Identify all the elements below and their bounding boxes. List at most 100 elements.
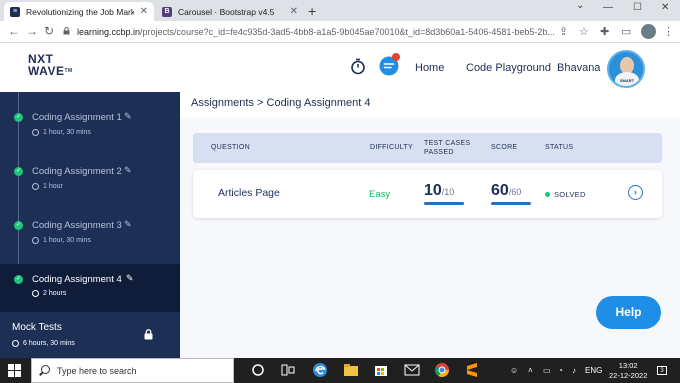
star-icon[interactable]: ☆ xyxy=(579,25,589,38)
back-icon[interactable]: ← xyxy=(8,24,20,38)
duration-text: 6 hours, 30 mins xyxy=(23,340,75,347)
share-icon[interactable]: ⇪ xyxy=(559,25,568,38)
duration-text: 2 hours xyxy=(43,290,67,297)
test-cases-progress-bar xyxy=(424,202,464,205)
edit-icon[interactable]: ✎ xyxy=(126,273,134,284)
logo-tm: TM xyxy=(64,68,73,74)
profile-avatar[interactable] xyxy=(641,24,656,39)
search-icon xyxy=(41,365,50,374)
reload-icon[interactable]: ↻ xyxy=(44,24,54,38)
check-icon: ✓ xyxy=(14,167,23,176)
chrome-icon[interactable] xyxy=(434,362,450,378)
menu-icon[interactable]: ⋮ xyxy=(663,25,674,38)
notifications-icon[interactable] xyxy=(379,52,402,76)
sidebar-item-assignment-3[interactable]: ✓ Coding Assignment 3 ✎ 1 hour, 30 mins xyxy=(0,200,180,252)
assignment-name: Coding Assignment 2 xyxy=(32,166,122,177)
status-badge: SOLVED xyxy=(545,190,586,199)
clock-icon xyxy=(12,340,19,347)
people-icon[interactable]: ☺ xyxy=(510,366,518,375)
chevron-up-icon[interactable]: ˄ xyxy=(528,366,533,375)
mail-icon[interactable] xyxy=(404,362,420,378)
clock-icon xyxy=(32,183,39,190)
user-name[interactable]: Bhavana xyxy=(557,62,600,74)
volume-icon[interactable]: ♪ xyxy=(572,366,576,375)
edit-icon[interactable]: ✎ xyxy=(124,219,132,230)
difficulty-value: Easy xyxy=(369,189,391,200)
assignment-name: Coding Assignment 1 xyxy=(32,112,122,123)
clock-icon xyxy=(32,237,39,244)
check-icon: ✓ xyxy=(14,221,23,230)
wifi-icon[interactable]: ◔ xyxy=(558,366,563,375)
nav-code-playground[interactable]: Code Playground xyxy=(466,62,551,74)
extensions-icon[interactable]: ✚ xyxy=(600,25,609,38)
duration-text: 1 hour, 30 mins xyxy=(43,129,91,136)
avatar-badge-label: SMART xyxy=(619,78,635,83)
help-button[interactable]: Help xyxy=(596,296,661,329)
url-host: learning.ccbp.in xyxy=(77,27,141,37)
question-title[interactable]: Articles Page xyxy=(218,187,280,199)
assignment-duration: 1 hour, 30 mins xyxy=(32,237,91,244)
task-view-icon[interactable] xyxy=(280,362,296,378)
minimize-icon[interactable]: — xyxy=(603,2,613,13)
status-text: SOLVED xyxy=(554,190,586,199)
clock-icon xyxy=(32,290,39,297)
timer-icon[interactable] xyxy=(350,58,366,75)
column-question: QUESTION xyxy=(211,144,250,151)
windows-start-icon[interactable] xyxy=(8,364,21,377)
sublime-text-icon[interactable] xyxy=(464,362,480,378)
avatar[interactable]: SMART xyxy=(607,50,645,88)
clock-time: 13:02 xyxy=(618,361,638,370)
url-field[interactable]: learning.ccbp.in/projects/course?c_id=fe… xyxy=(77,24,555,40)
edge-icon[interactable] xyxy=(312,362,328,378)
notification-center-icon[interactable]: 3 xyxy=(657,366,667,375)
maximize-icon[interactable]: ☐ xyxy=(633,2,642,13)
tab-nxtwave[interactable]: ≡ Revolutionizing the Job Market | ✕ xyxy=(4,2,154,21)
close-tab-icon[interactable]: ✕ xyxy=(290,6,298,17)
duration-text: 1 hour xyxy=(43,183,63,190)
close-tab-icon[interactable]: ✕ xyxy=(140,6,148,17)
mock-tests-title: Mock Tests xyxy=(12,322,62,333)
nxtwave-logo[interactable]: NXT WAVETM xyxy=(28,53,73,77)
lock-icon[interactable] xyxy=(63,27,70,35)
edit-icon[interactable]: ✎ xyxy=(124,165,132,176)
passed-total: /10 xyxy=(441,187,455,197)
lock-icon xyxy=(144,329,153,340)
clock-date: 22-12-2022 xyxy=(609,371,648,380)
sidebar-item-assignment-1[interactable]: ✓ Coding Assignment 1 ✎ 1 hour, 30 mins xyxy=(0,92,180,144)
passed-count: 10 xyxy=(424,182,442,199)
column-test-cases-passed: PASSED xyxy=(424,149,454,156)
nxtwave-favicon-icon: ≡ xyxy=(10,6,20,17)
open-question-arrow-icon[interactable]: › xyxy=(628,185,643,200)
bootstrap-favicon-icon: B xyxy=(162,6,172,17)
nav-home[interactable]: Home xyxy=(415,62,444,74)
notification-count: 3 xyxy=(660,368,664,374)
breadcrumb[interactable]: Assignments > Coding Assignment 4 xyxy=(191,97,370,109)
table-header: QUESTION DIFFICULTY TEST CASES PASSED SC… xyxy=(193,133,662,163)
tab-bootstrap[interactable]: B Carousel · Bootstrap v4.5 ✕ xyxy=(156,2,304,21)
table-row[interactable]: Articles Page Easy 10/10 60/60 SOLVED › xyxy=(193,170,662,218)
assignment-duration: 1 hour xyxy=(32,183,63,190)
close-window-icon[interactable]: ✕ xyxy=(661,2,669,13)
new-tab-icon[interactable]: + xyxy=(308,3,316,19)
battery-icon[interactable]: ▭ xyxy=(543,366,551,375)
language-indicator[interactable]: ENG xyxy=(585,366,602,375)
assignment-name: Coding Assignment 4 xyxy=(32,274,122,285)
sidebar-item-assignment-2[interactable]: ✓ Coding Assignment 2 ✎ 1 hour xyxy=(0,146,180,198)
store-icon[interactable] xyxy=(373,362,389,378)
chevron-down-icon[interactable]: ⌄ xyxy=(576,0,584,11)
taskbar-clock[interactable]: 13:02 22-12-2022 xyxy=(609,361,647,381)
mock-tests-duration: 6 hours, 30 mins xyxy=(12,340,75,347)
taskbar-search-input[interactable]: Type here to search xyxy=(31,358,234,383)
file-explorer-icon[interactable] xyxy=(343,362,359,378)
search-placeholder: Type here to search xyxy=(57,366,137,376)
edit-icon[interactable]: ✎ xyxy=(124,111,132,122)
score-count: 60 xyxy=(491,182,509,199)
clock-icon xyxy=(32,129,39,136)
sidebar-item-mock-tests[interactable]: Mock Tests 6 hours, 30 mins xyxy=(0,315,180,358)
forward-icon[interactable]: → xyxy=(26,24,38,38)
side-panel-icon[interactable]: ▭ xyxy=(621,25,631,38)
cortana-icon[interactable] xyxy=(250,362,266,378)
test-cases-value: 10/10 xyxy=(424,182,454,200)
score-value: 60/60 xyxy=(491,182,521,200)
sidebar-item-assignment-4[interactable]: ✓ Coding Assignment 4 ✎ 2 hours xyxy=(0,264,180,312)
